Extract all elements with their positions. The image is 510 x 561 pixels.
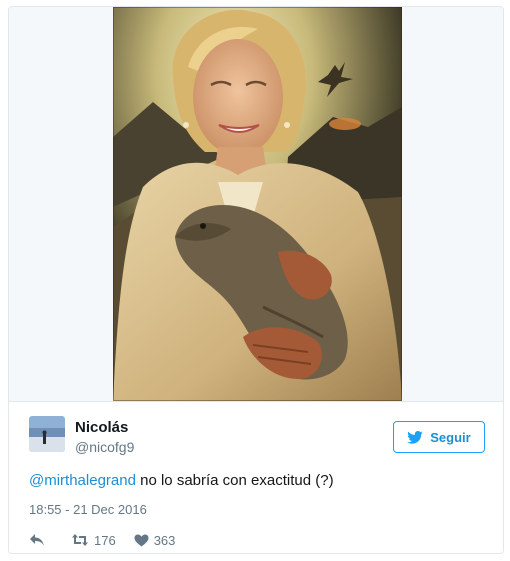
media-area	[9, 7, 503, 401]
reply-button[interactable]	[29, 533, 45, 547]
like-count: 363	[153, 532, 176, 548]
mention-link[interactable]: @mirthalegrand	[29, 472, 136, 489]
tweet-text: @mirthalegrand no lo sabría con exactitu…	[29, 472, 334, 489]
author-handle[interactable]: @nicofg9	[75, 439, 134, 455]
retweet-count: 176	[94, 532, 116, 548]
author-avatar[interactable]	[29, 416, 65, 452]
follow-button[interactable]: Seguir	[393, 421, 485, 453]
tweet-body: Nicolás @nicofg9 Seguir @mirthalegrand n…	[9, 401, 503, 553]
tweet-card: Nicolás @nicofg9 Seguir @mirthalegrand n…	[8, 6, 504, 554]
tweet-timestamp[interactable]: 18:55 - 21 Dec 2016	[29, 502, 147, 517]
twitter-bird-icon	[407, 430, 424, 444]
like-button[interactable]: 363	[134, 532, 176, 548]
heart-icon	[134, 534, 149, 547]
tweet-actions: 176 363	[29, 530, 175, 550]
retweet-button[interactable]: 176	[71, 533, 116, 548]
author-name[interactable]: Nicolás	[75, 419, 128, 436]
follow-label: Seguir	[430, 429, 471, 445]
tweet-photo[interactable]	[113, 7, 402, 401]
retweet-icon	[71, 533, 89, 547]
tweet-text-body: no lo sabría con exactitud (?)	[135, 472, 334, 489]
reply-icon	[29, 533, 45, 547]
